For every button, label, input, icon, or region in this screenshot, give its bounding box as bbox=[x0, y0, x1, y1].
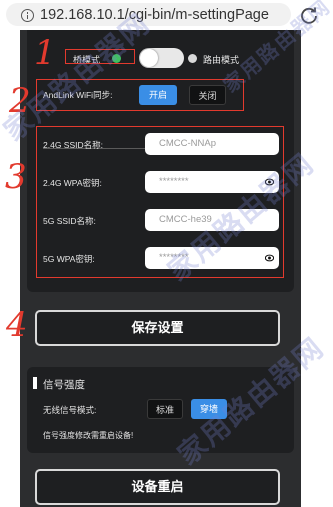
section-marker bbox=[33, 377, 37, 389]
mode-toggle[interactable] bbox=[139, 48, 184, 68]
router-mode-radio[interactable] bbox=[188, 54, 197, 63]
toggle-knob[interactable] bbox=[140, 49, 158, 67]
signal-standard-button[interactable]: 标准 bbox=[147, 399, 183, 419]
url-text[interactable]: 192.168.10.1/cgi-bin/m-settingPage bbox=[40, 7, 288, 23]
signal-title: 信号强度 bbox=[43, 379, 85, 391]
save-settings-button[interactable]: 保存设置 bbox=[35, 310, 280, 346]
annotation-number-3: 3 bbox=[5, 157, 27, 197]
annotation-number-1: 1 bbox=[34, 33, 56, 73]
reboot-button[interactable]: 设备重启 bbox=[35, 469, 280, 505]
annotation-number-4: 4 bbox=[6, 305, 28, 345]
signal-mode-label: 无线信号模式: bbox=[43, 405, 97, 415]
info-icon[interactable] bbox=[21, 9, 34, 22]
signal-note: 信号强度修改需重启设备! bbox=[43, 431, 134, 440]
